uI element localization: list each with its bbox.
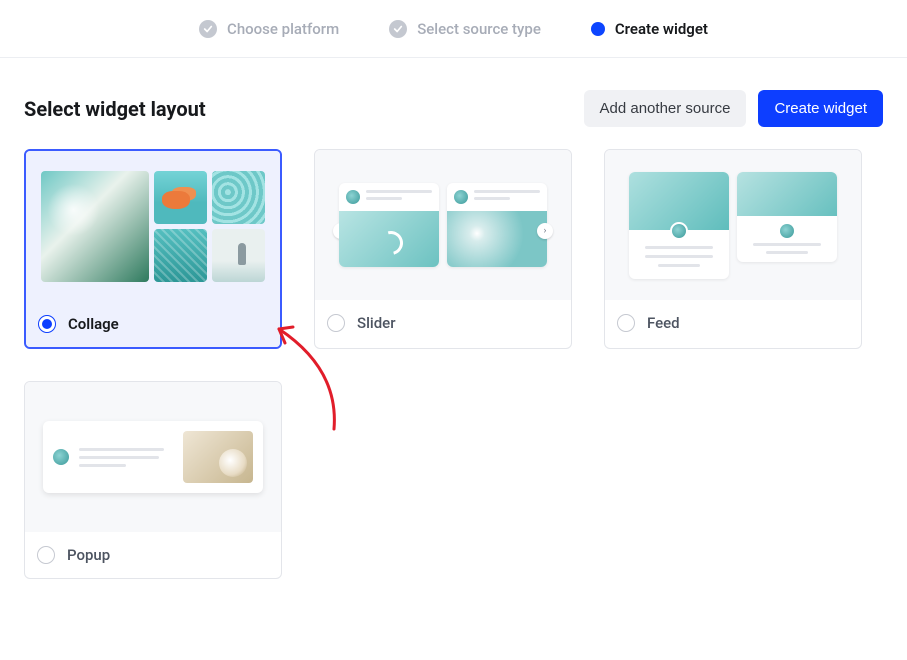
collage-preview [26, 151, 280, 301]
layout-option-popup[interactable]: PRO Popup [24, 381, 282, 579]
current-step-icon [591, 22, 605, 36]
step-choose-platform[interactable]: Choose platform [199, 20, 339, 38]
layout-option-slider[interactable]: ‹ › Slider [314, 149, 572, 349]
layout-label: Feed [647, 314, 680, 332]
step-label: Select source type [417, 20, 541, 38]
layout-option-collage[interactable]: Collage [24, 149, 282, 349]
radio-icon [617, 314, 635, 332]
main-content: Select widget layout Add another source … [0, 58, 907, 611]
step-create-widget[interactable]: Create widget [591, 20, 708, 38]
header: Select widget layout Add another source … [24, 90, 883, 127]
step-label: Choose platform [227, 20, 339, 38]
layout-label: Slider [357, 314, 396, 332]
create-widget-button[interactable]: Create widget [758, 90, 883, 127]
layout-label: Popup [67, 546, 110, 564]
check-icon [199, 20, 217, 38]
chevron-right-icon: › [537, 223, 553, 239]
check-icon [389, 20, 407, 38]
step-select-source-type[interactable]: Select source type [389, 20, 541, 38]
layout-grid: Collage ‹ › [24, 149, 883, 579]
slider-preview: ‹ › [315, 150, 571, 300]
add-another-source-button[interactable]: Add another source [584, 90, 747, 127]
radio-icon [37, 546, 55, 564]
layout-option-feed[interactable]: PRO [604, 149, 862, 349]
feed-preview [605, 150, 861, 300]
header-actions: Add another source Create widget [584, 90, 883, 127]
step-label: Create widget [615, 20, 708, 38]
layout-label: Collage [68, 315, 119, 333]
popup-preview [25, 382, 281, 532]
radio-icon [38, 315, 56, 333]
page-title: Select widget layout [24, 97, 206, 121]
radio-icon [327, 314, 345, 332]
stepper: Choose platform Select source type Creat… [0, 0, 907, 58]
